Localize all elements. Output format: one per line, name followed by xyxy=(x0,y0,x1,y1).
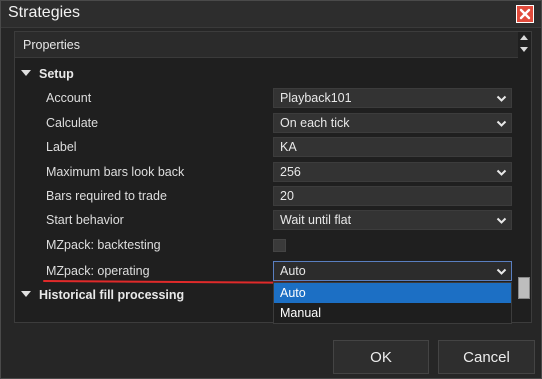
row-account: Account Playback101 xyxy=(15,86,519,110)
bars-required-input[interactable]: 20 xyxy=(273,186,512,206)
start-behavior-label: Start behavior xyxy=(46,213,124,227)
label-value: KA xyxy=(280,140,297,154)
title-bar[interactable]: Strategies xyxy=(1,1,541,28)
calculate-label: Calculate xyxy=(46,116,99,130)
row-bars-required: Bars required to trade 20 xyxy=(15,184,519,208)
scroll-up-icon[interactable] xyxy=(520,35,528,40)
properties-grid: Properties Setup Account Playback101 Cal… xyxy=(14,31,532,323)
row-start-behavior: Start behavior Wait until flat xyxy=(15,208,519,232)
backtesting-checkbox[interactable] xyxy=(273,239,286,252)
chevron-down-icon xyxy=(496,95,507,102)
ok-button[interactable]: OK xyxy=(333,340,429,374)
cancel-button[interactable]: Cancel xyxy=(438,340,535,374)
max-bars-value: 256 xyxy=(280,165,301,179)
row-max-bars: Maximum bars look back 256 xyxy=(15,160,519,184)
window-title: Strategies xyxy=(8,4,81,21)
chevron-down-icon xyxy=(496,268,507,275)
properties-header: Properties xyxy=(15,32,519,58)
chevron-down-icon xyxy=(496,169,507,176)
label-input[interactable]: KA xyxy=(273,137,512,157)
chevron-down-icon xyxy=(496,120,507,127)
calculate-select[interactable]: On each tick xyxy=(273,113,512,133)
collapse-triangle-icon[interactable] xyxy=(21,70,31,76)
bars-required-value: 20 xyxy=(280,189,294,203)
operating-select[interactable]: Auto xyxy=(273,261,512,281)
start-behavior-select[interactable]: Wait until flat xyxy=(273,210,512,230)
operating-label: MZpack: operating xyxy=(46,264,150,278)
account-label: Account xyxy=(46,91,92,105)
row-calculate: Calculate On each tick xyxy=(15,111,519,135)
label-label: Label xyxy=(46,140,77,154)
account-select[interactable]: Playback101 xyxy=(273,88,512,108)
properties-label: Properties xyxy=(23,38,80,52)
calculate-value: On each tick xyxy=(280,116,350,130)
option-label: Manual xyxy=(280,306,321,320)
start-behavior-value: Wait until flat xyxy=(280,213,352,227)
collapse-triangle-icon[interactable] xyxy=(21,291,31,297)
section-setup[interactable]: Setup xyxy=(15,64,519,84)
max-bars-select[interactable]: 256 xyxy=(273,162,512,182)
scroll-down-icon[interactable] xyxy=(520,47,528,52)
operating-value: Auto xyxy=(280,264,306,278)
max-bars-label: Maximum bars look back xyxy=(46,165,185,179)
scrollbar-thumb[interactable] xyxy=(518,277,530,299)
close-button[interactable] xyxy=(516,5,534,23)
row-label: Label KA xyxy=(15,135,519,159)
account-value: Playback101 xyxy=(280,91,352,105)
operating-dropdown-list: Auto Manual xyxy=(273,282,512,324)
bars-required-label: Bars required to trade xyxy=(46,189,167,203)
dropdown-option-manual[interactable]: Manual xyxy=(274,303,511,323)
option-label: Auto xyxy=(280,286,306,300)
row-backtesting: MZpack: backtesting xyxy=(15,233,519,257)
dropdown-option-auto[interactable]: Auto xyxy=(274,283,511,303)
chevron-down-icon xyxy=(496,217,507,224)
strategies-dialog: Strategies Properties Setup Account Play… xyxy=(0,0,542,379)
close-icon xyxy=(519,8,531,20)
section-historical-label: Historical fill processing xyxy=(39,288,185,302)
section-setup-label: Setup xyxy=(39,67,74,81)
backtesting-label: MZpack: backtesting xyxy=(46,238,161,252)
